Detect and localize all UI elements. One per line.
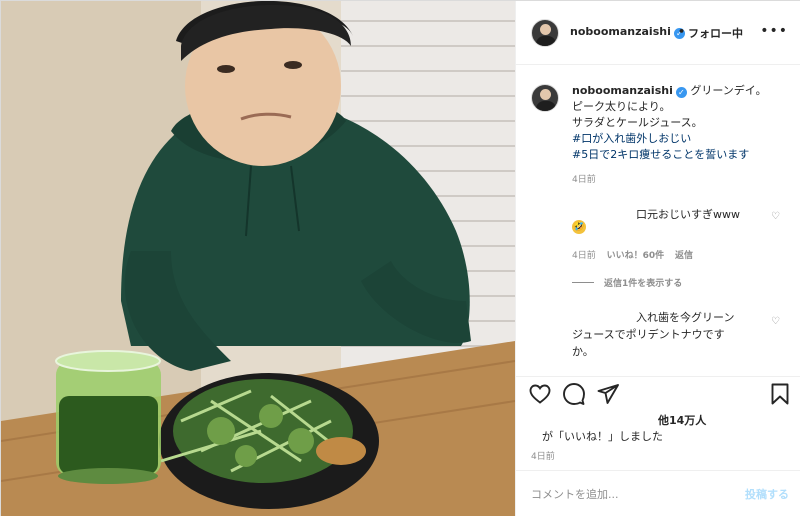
separator-dot: • — [678, 25, 686, 38]
comment-icon[interactable] — [562, 382, 586, 406]
caption-username[interactable]: noboomanzaishi — [572, 84, 673, 97]
hashtag-link-1[interactable]: #口が入れ歯外しおじい — [572, 131, 787, 147]
instagram-post: noboomanzaishi ✓ • フォロー中 ••• noboomanzais… — [0, 0, 800, 516]
post-timestamp[interactable]: 4日前 — [531, 449, 555, 462]
post-photo[interactable] — [1, 1, 515, 516]
comment-1-avatar[interactable] — [531, 204, 559, 232]
post-image — [1, 1, 515, 516]
bookmark-icon[interactable] — [768, 382, 792, 406]
replies-divider — [572, 282, 594, 283]
caption-line-1: グリーンデイ。 — [690, 84, 767, 97]
caption-verified-badge-icon: ✓ — [675, 87, 687, 98]
comment-1-timestamp[interactable]: 4日前 — [572, 251, 596, 261]
post-header: noboomanzaishi ✓ • フォロー中 ••• — [516, 1, 800, 65]
caption-line-2: ピーク太りにより。 — [572, 100, 671, 113]
comment-2-line-1: 入れ歯を今グリーン — [636, 311, 735, 324]
comment-2-like-heart-icon[interactable]: ♡ — [771, 316, 780, 327]
paper-plane-icon[interactable] — [596, 382, 620, 406]
author-avatar[interactable] — [531, 19, 559, 47]
comments-section: noboomanzaishi ✓ グリーンデイ。 ピーク太りにより。 サラダとケー… — [516, 66, 800, 376]
comment-2-text: 入れ歯を今グリーン ジュースでポリデントナウです か。 — [572, 309, 772, 360]
comment-2-line-3: か。 — [572, 345, 594, 358]
follow-status-button[interactable]: フォロー中 — [688, 25, 743, 41]
author-username-text[interactable]: noboomanzaishi — [570, 25, 671, 38]
laughing-emoji-icon: 🤣 — [572, 220, 586, 234]
post-sidebar: noboomanzaishi ✓ • フォロー中 ••• noboomanzais… — [515, 1, 800, 516]
caption-line-3: サラダとケールジュース。 — [572, 116, 703, 129]
comment-1-meta: 4日前 いいね！60件 返信 — [572, 248, 701, 261]
caption-timestamp[interactable]: 4日前 — [572, 172, 596, 185]
caption-text: noboomanzaishi ✓ グリーンデイ。 ピーク太りにより。 サラダとケー… — [572, 83, 787, 163]
comment-1-likes[interactable]: いいね！60件 — [607, 251, 665, 261]
caption-author-avatar[interactable] — [531, 84, 559, 112]
more-options-icon[interactable]: ••• — [760, 23, 788, 39]
likes-sub-text: が「いいね！」しました — [542, 430, 663, 443]
post-comment-button[interactable]: 投稿する — [745, 486, 789, 502]
comment-1-reply-button[interactable]: 返信 — [675, 251, 693, 261]
add-comment-bar: 投稿する — [516, 470, 800, 516]
comment-1-like-heart-icon[interactable]: ♡ — [771, 211, 780, 222]
likes-count[interactable]: 他14万人 — [658, 412, 706, 428]
hashtag-link-2[interactable]: #5日で2キロ痩せることを誓います — [572, 147, 787, 163]
author-username[interactable]: noboomanzaishi ✓ — [570, 25, 685, 39]
heart-icon[interactable] — [528, 382, 552, 406]
post-actions: 他14万人 が「いいね！」しました 4日前 投稿する — [516, 376, 800, 516]
add-comment-input[interactable] — [531, 485, 731, 503]
view-replies-label[interactable]: 返信1件を表示する — [604, 279, 682, 289]
view-replies-button[interactable]: 返信1件を表示する — [572, 276, 682, 289]
comment-2-line-2: ジュースでポリデントナウです — [572, 328, 725, 341]
comment-1-text: 口元おじいすぎwww — [636, 208, 740, 221]
